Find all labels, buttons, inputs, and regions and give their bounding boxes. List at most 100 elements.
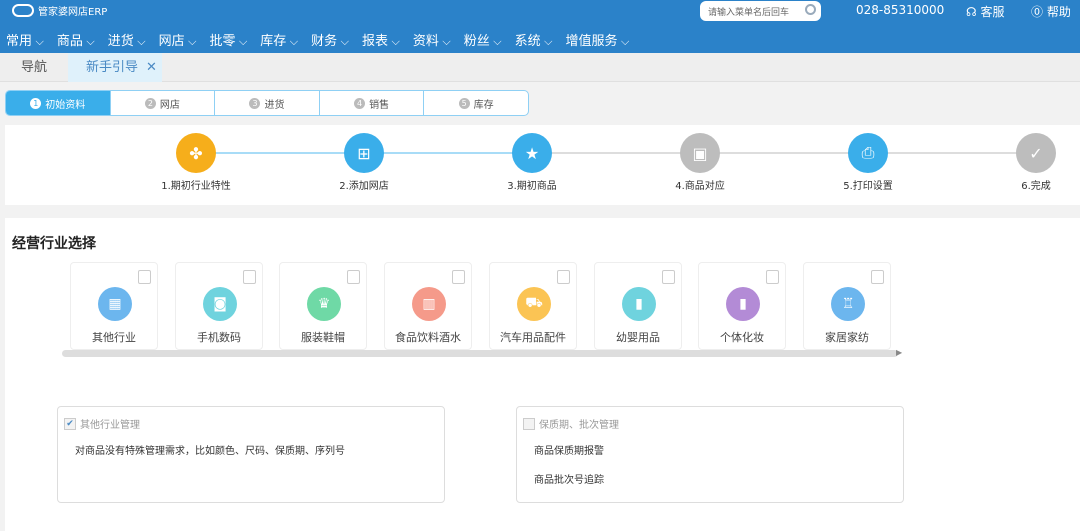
option-box: ✔ 其他行业管理对商品没有特殊管理需求，比如颜色、尺码、保质期、序列号 xyxy=(57,406,445,503)
option-title: 其他行业管理 xyxy=(80,420,140,431)
wizard-step[interactable]: 3 进货 xyxy=(215,91,320,115)
top-bar: 管家婆网店ERP 请输入菜单名后回车 028-85310000 ☊ 客服 ⓪ 帮… xyxy=(0,0,1080,53)
beer-icon: ▥ xyxy=(412,287,446,321)
menu-item[interactable]: 粉丝 xyxy=(464,30,502,49)
step-label: 库存 xyxy=(473,99,494,111)
menu-item[interactable]: 资料 xyxy=(413,30,451,49)
industry-card[interactable]: ♛ 服装鞋帽 xyxy=(279,262,367,350)
option-description: 对商品没有特殊管理需求，比如颜色、尺码、保质期、序列号 xyxy=(75,446,345,457)
help-link[interactable]: ⓪ 帮助 xyxy=(1031,3,1071,20)
menu-item[interactable]: 批零 xyxy=(209,30,247,49)
option-description: 商品保质期报警 xyxy=(534,446,604,457)
menu-item[interactable]: 财务 xyxy=(311,30,349,49)
grid-icon[interactable]: ✤ xyxy=(176,133,216,173)
industry-checkbox[interactable] xyxy=(138,270,151,284)
close-icon[interactable]: ✕ xyxy=(146,60,157,75)
progress-track: ✤ 1.期初行业特性 ⊞ 2.添加网店 ★ 3.期初商品 ▣ 4.商品对应 ⎙ 5.打印设置 ✓ 6.… xyxy=(5,125,1080,205)
progress-connector xyxy=(868,152,1036,154)
industry-checkbox[interactable] xyxy=(557,270,570,284)
industry-label: 汽车用品配件 xyxy=(500,331,566,344)
menu-item[interactable]: 系统 xyxy=(515,30,553,49)
menu-item[interactable]: 进货 xyxy=(108,30,146,49)
industry-card[interactable]: ♖ 家居家纺 xyxy=(803,262,891,350)
menu-item[interactable]: 网店 xyxy=(159,30,197,49)
industry-label: 其他行业 xyxy=(92,331,136,344)
bottle-icon: ▮ xyxy=(622,287,656,321)
grid-icon: ▦ xyxy=(98,287,132,321)
menu-item[interactable]: 商品 xyxy=(57,30,95,49)
phone-number: 028-85310000 xyxy=(856,3,945,17)
wizard-step[interactable]: 2 网店 xyxy=(111,91,216,115)
progress-label: 3.期初商品 xyxy=(507,181,557,192)
search-icon[interactable] xyxy=(805,4,816,15)
box-icon[interactable]: ▣ xyxy=(680,133,720,173)
step-label: 初始资料 xyxy=(45,99,86,111)
industry-checkbox[interactable] xyxy=(347,270,360,284)
checkbox-icon[interactable] xyxy=(523,417,535,430)
step-number: 1 xyxy=(30,97,42,109)
progress-label: 4.商品对应 xyxy=(675,181,725,192)
industry-card[interactable]: ▥ 食品饮料酒水 xyxy=(384,262,472,350)
industry-card[interactable]: ⛟ 汽车用品配件 xyxy=(489,262,577,350)
option-box: 保质期、批次管理商品保质期报警 商品批次号追踪 xyxy=(516,406,904,503)
step-number: 2 xyxy=(144,97,156,109)
option-description: 商品批次号追踪 xyxy=(534,475,604,486)
help-label: 帮助 xyxy=(1046,5,1071,19)
industry-card[interactable]: ▮ 个体化妆 xyxy=(698,262,786,350)
bag-icon[interactable]: ★ xyxy=(512,133,552,173)
option-header[interactable]: ✔ 其他行业管理 xyxy=(64,416,140,431)
progress-connector xyxy=(196,152,364,154)
industry-card[interactable]: ◙ 手机数码 xyxy=(175,262,263,350)
tab-navigation[interactable]: 导航 xyxy=(0,53,68,82)
industry-checkbox[interactable] xyxy=(243,270,256,284)
service-label: 客服 xyxy=(980,5,1005,19)
option-header[interactable]: 保质期、批次管理 xyxy=(523,416,619,431)
help-icon: ⓪ xyxy=(1031,5,1047,19)
wizard-step[interactable]: 4 销售 xyxy=(320,91,425,115)
logo[interactable]: 管家婆网店ERP xyxy=(12,3,107,18)
menu-search-input[interactable]: 请输入菜单名后回车 xyxy=(700,1,821,21)
logo-text: 管家婆网店ERP xyxy=(38,7,108,18)
industry-card[interactable]: ▦ 其他行业 xyxy=(70,262,158,350)
store-icon[interactable]: ⊞ xyxy=(344,133,384,173)
industry-label: 家居家纺 xyxy=(825,331,869,344)
search-placeholder: 请输入菜单名后回车 xyxy=(708,8,790,18)
progress-label: 5.打印设置 xyxy=(843,181,893,192)
progress-label: 2.添加网店 xyxy=(339,181,389,192)
option-title: 保质期、批次管理 xyxy=(539,420,619,431)
checkbox-checked-icon[interactable]: ✔ xyxy=(64,417,76,430)
industry-checkbox[interactable] xyxy=(662,270,675,284)
menu-item[interactable]: 库存 xyxy=(260,30,298,49)
progress-label: 6.完成 xyxy=(1021,181,1051,192)
checklist-icon[interactable]: ✓ xyxy=(1016,133,1056,173)
industry-checkbox[interactable] xyxy=(766,270,779,284)
progress-connector xyxy=(532,152,700,154)
menu-item[interactable]: 增值服务 xyxy=(565,30,629,49)
industry-label: 幼婴用品 xyxy=(616,331,660,344)
lipstick-icon: ▮ xyxy=(726,287,760,321)
industry-label: 手机数码 xyxy=(197,331,241,344)
industry-checkbox[interactable] xyxy=(452,270,465,284)
scroll-right-icon[interactable]: ▶ xyxy=(896,348,902,357)
step-label: 网店 xyxy=(159,99,180,111)
tab-beginner-guide[interactable]: 新手引导 ✕ xyxy=(68,53,162,82)
sofa-icon: ♖ xyxy=(831,287,865,321)
industry-label: 个体化妆 xyxy=(720,331,764,344)
progress-connector xyxy=(700,152,868,154)
industry-card[interactable]: ▮ 幼婴用品 xyxy=(594,262,682,350)
printer-icon[interactable]: ⎙ xyxy=(848,133,888,173)
wizard-step[interactable]: 5 库存 xyxy=(424,91,528,115)
menu-item[interactable]: 报表 xyxy=(362,30,400,49)
tab-bar: 导航 新手引导 ✕ xyxy=(0,53,1080,82)
industry-checkbox[interactable] xyxy=(871,270,884,284)
wizard-step[interactable]: 1 初始资料 xyxy=(6,91,111,115)
step-label: 销售 xyxy=(369,99,390,111)
industry-label: 服装鞋帽 xyxy=(301,331,345,344)
headset-icon: ☊ xyxy=(966,5,981,19)
horizontal-scrollbar[interactable] xyxy=(62,350,898,357)
section-title: 经营行业选择 xyxy=(12,236,96,252)
step-number: 3 xyxy=(249,97,261,109)
menu-item[interactable]: 常用 xyxy=(6,30,44,49)
service-link[interactable]: ☊ 客服 xyxy=(966,3,1005,20)
cloud-logo-icon xyxy=(12,4,34,17)
